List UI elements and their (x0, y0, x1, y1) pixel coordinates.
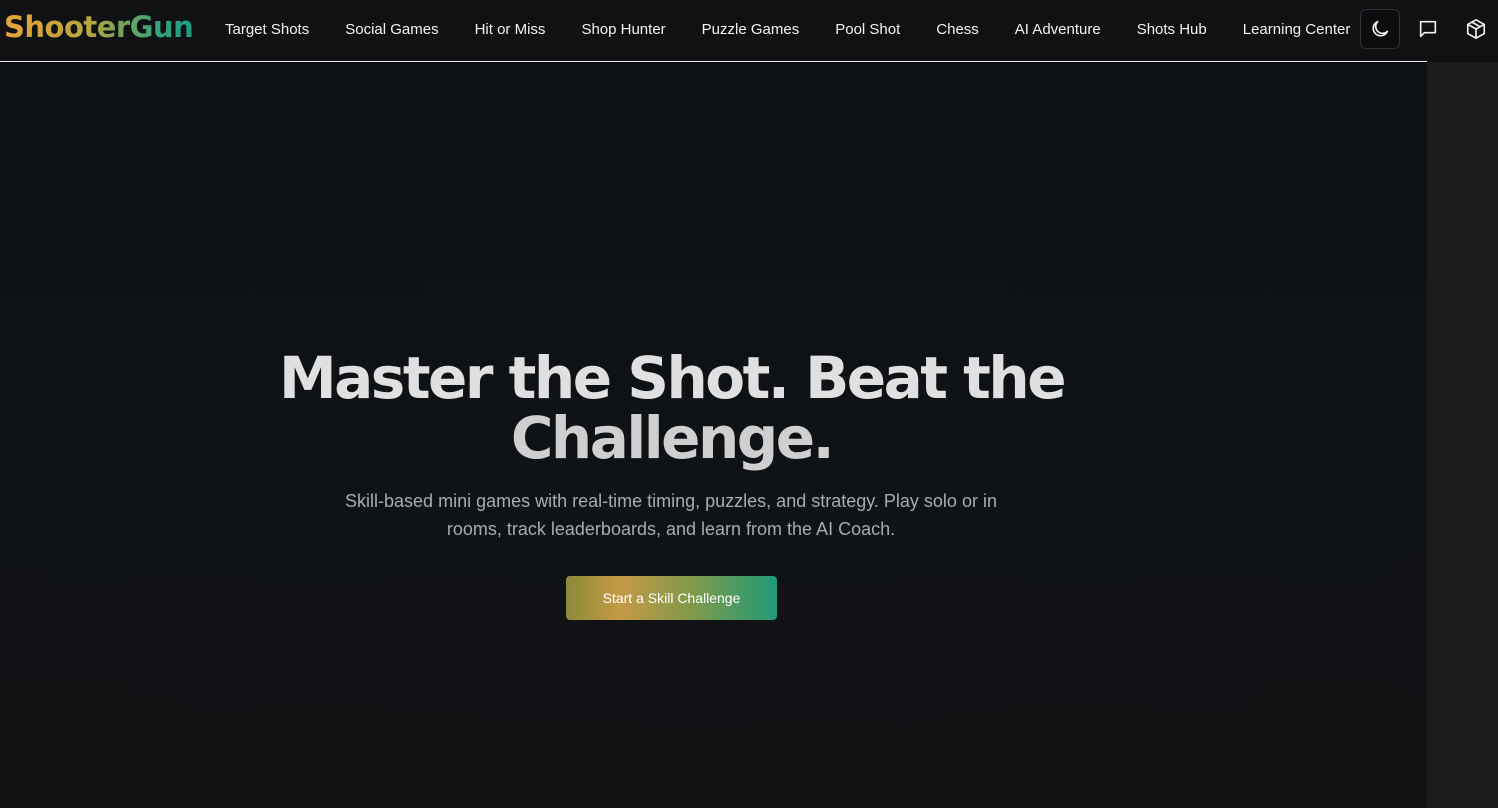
brand-logo[interactable]: ShooterGun (4, 10, 194, 44)
package-icon (1465, 18, 1487, 40)
nav-item-hit-or-miss[interactable]: Hit or Miss (457, 21, 564, 38)
start-skill-challenge-button[interactable]: Start a Skill Challenge (566, 576, 777, 620)
top-navbar: ShooterGun Target Shots Social Games Hit… (0, 0, 1498, 61)
nav-item-target-shots[interactable]: Target Shots (207, 21, 327, 38)
message-square-icon (1417, 18, 1439, 40)
hero-section: Master the Shot. Beat the Challenge. Ski… (0, 62, 1343, 808)
nav-item-shots-hub[interactable]: Shots Hub (1119, 21, 1225, 38)
theme-toggle-button[interactable] (1360, 9, 1400, 49)
chat-button[interactable] (1408, 9, 1448, 49)
nav-item-learning-center[interactable]: Learning Center (1225, 21, 1369, 38)
navbar-divider (0, 61, 1427, 62)
hero-headline-line-1: Master the Shot. Beat the (278, 344, 1067, 412)
page: ShooterGun Target Shots Social Games Hit… (0, 0, 1498, 808)
package-button[interactable] (1456, 9, 1496, 49)
nav-item-social-games[interactable]: Social Games (327, 21, 456, 38)
scrollbar-track[interactable] (1427, 62, 1498, 808)
nav-item-chess[interactable]: Chess (918, 21, 997, 38)
hero-headline: Master the Shot. Beat the Challenge. (0, 348, 1343, 468)
nav-item-puzzle-games[interactable]: Puzzle Games (684, 21, 818, 38)
moon-icon (1369, 18, 1391, 40)
hero-subtitle: Skill-based mini games with real-time ti… (345, 491, 997, 539)
hero-headline-line-2: Challenge. (510, 404, 835, 472)
nav-item-ai-adventure[interactable]: AI Adventure (997, 21, 1119, 38)
nav-item-pool-shot[interactable]: Pool Shot (817, 21, 918, 38)
nav-item-shop-hunter[interactable]: Shop Hunter (563, 21, 683, 38)
nav-links: Target Shots Social Games Hit or Miss Sh… (207, 0, 1368, 58)
